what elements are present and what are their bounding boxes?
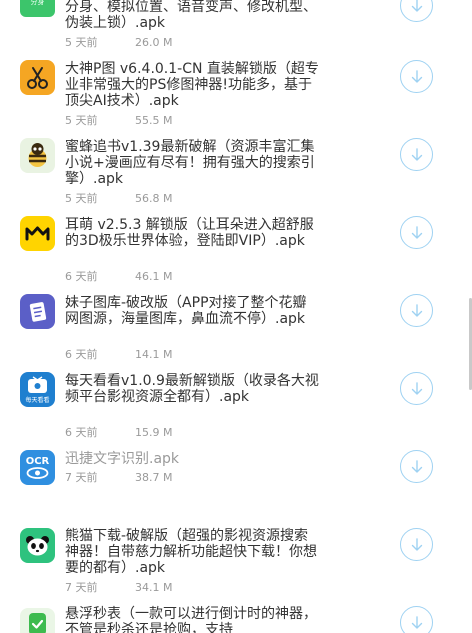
panda-icon (20, 528, 55, 563)
download-button[interactable] (400, 60, 433, 93)
download-button[interactable] (400, 138, 433, 171)
download-button[interactable] (400, 606, 433, 633)
bee-icon (20, 138, 55, 173)
file-size: 26.0 M (135, 36, 173, 49)
ocr-icon: OCR (20, 450, 55, 485)
file-list: 分身 分身、模拟位置、语音变声、修改机型、伪装上锁）.apk 5 天前 26.0… (0, 0, 472, 633)
download-arrow-icon (411, 69, 422, 83)
file-title[interactable]: 耳萌 v2.5.3 解锁版（让耳朵进入超舒服的3D极乐世界体验，登陆即VIP）.… (65, 217, 320, 249)
upload-time: 7 天前 (65, 581, 98, 594)
file-title[interactable]: 蜜蜂追书v1.39最新破解（资源丰富汇集小说+漫画应有尽有！拥有强大的搜索引擎）… (65, 139, 320, 187)
file-size: 14.1 M (135, 348, 173, 361)
upload-time: 6 天前 (65, 348, 98, 361)
ocr-label: OCR (26, 456, 50, 467)
file-title[interactable]: 迅捷文字识别.apk (65, 451, 320, 467)
file-meta: 6 天前 46.1 M (65, 270, 172, 283)
download-arrow-icon (411, 0, 422, 12)
upload-time: 7 天前 (65, 471, 98, 484)
upload-time: 5 天前 (65, 114, 98, 127)
download-arrow-icon (411, 303, 422, 317)
upload-time: 6 天前 (65, 270, 98, 283)
svg-text:分身: 分身 (31, 0, 45, 6)
file-title[interactable]: 妹子图库-破改版（APP对接了整个花瓣网图源，海量图库，鼻血流不停）.apk (65, 295, 320, 327)
download-arrow-icon (411, 147, 422, 161)
file-meta: 7 天前 38.7 M (65, 471, 172, 484)
book-icon (20, 294, 55, 329)
upload-time: 5 天前 (65, 36, 98, 49)
file-title[interactable]: 大神P图 v6.4.0.1-CN 直装解锁版（超专业非常强大的PS修图神器!功能… (65, 61, 320, 109)
file-meta: 6 天前 15.9 M (65, 426, 172, 439)
file-size: 55.5 M (135, 114, 173, 127)
green-app-icon: 分身 (20, 0, 55, 17)
file-meta: 5 天前 56.8 M (65, 192, 172, 205)
download-arrow-icon (411, 459, 422, 473)
download-button[interactable] (400, 450, 433, 483)
upload-time: 6 天前 (65, 426, 98, 439)
file-meta: 7 天前 34.1 M (65, 581, 172, 594)
download-button[interactable] (400, 372, 433, 405)
download-arrow-icon (411, 537, 422, 551)
file-size: 46.1 M (135, 270, 173, 283)
icon-caption: 每天看看 (25, 396, 49, 404)
file-title[interactable]: 悬浮秒表（一款可以进行倒计时的神器，不管是秒杀还是抢购，支持 (65, 606, 320, 633)
file-size: 56.8 M (135, 192, 173, 205)
list-item[interactable]: OCR 迅捷文字识别.apk 7 天前 38.7 M (0, 448, 472, 528)
download-button[interactable] (400, 528, 433, 561)
file-title[interactable]: 每天看看v1.0.9最新解锁版（收录各大视频平台影视资源全都有）.apk (65, 373, 320, 405)
list-item[interactable]: 熊猫下载-破解版（超强的影视资源搜索神器！自带慈力解析功能超快下载！你想要的都有… (0, 528, 472, 606)
scissors-icon (20, 60, 55, 95)
tv-icon: 每天看看 (20, 372, 55, 407)
download-button[interactable] (400, 216, 433, 249)
check-icon (20, 608, 55, 633)
list-item[interactable]: 分身 分身、模拟位置、语音变声、修改机型、伪装上锁）.apk 5 天前 26.0… (0, 0, 472, 64)
download-button[interactable] (400, 294, 433, 327)
list-item[interactable]: 每天看看 每天看看v1.0.9最新解锁版（收录各大视频平台影视资源全都有）.ap… (0, 370, 472, 448)
list-item[interactable]: 悬浮秒表（一款可以进行倒计时的神器，不管是秒杀还是抢购，支持 (0, 604, 472, 633)
file-meta: 5 天前 26.0 M (65, 36, 172, 49)
list-item[interactable]: 妹子图库-破改版（APP对接了整个花瓣网图源，海量图库，鼻血流不停）.apk 6… (0, 292, 472, 370)
file-size: 15.9 M (135, 426, 173, 439)
ermeng-icon (20, 216, 55, 251)
download-arrow-icon (411, 381, 422, 395)
list-item[interactable]: 蜜蜂追书v1.39最新破解（资源丰富汇集小说+漫画应有尽有！拥有强大的搜索引擎）… (0, 136, 472, 214)
file-title[interactable]: 分身、模拟位置、语音变声、修改机型、伪装上锁）.apk (65, 0, 320, 31)
file-title[interactable]: 熊猫下载-破解版（超强的影视资源搜索神器！自带慈力解析功能超快下载！你想要的都有… (65, 528, 320, 576)
file-meta: 5 天前 55.5 M (65, 114, 172, 127)
file-size: 38.7 M (135, 471, 173, 484)
file-meta: 6 天前 14.1 M (65, 348, 172, 361)
download-button[interactable] (400, 0, 433, 22)
list-item[interactable]: 耳萌 v2.5.3 解锁版（让耳朵进入超舒服的3D极乐世界体验，登陆即VIP）.… (0, 214, 472, 292)
download-arrow-icon (411, 615, 422, 629)
file-size: 34.1 M (135, 581, 173, 594)
upload-time: 5 天前 (65, 192, 98, 205)
list-item[interactable]: 大神P图 v6.4.0.1-CN 直装解锁版（超专业非常强大的PS修图神器!功能… (0, 58, 472, 136)
download-arrow-icon (411, 225, 422, 239)
